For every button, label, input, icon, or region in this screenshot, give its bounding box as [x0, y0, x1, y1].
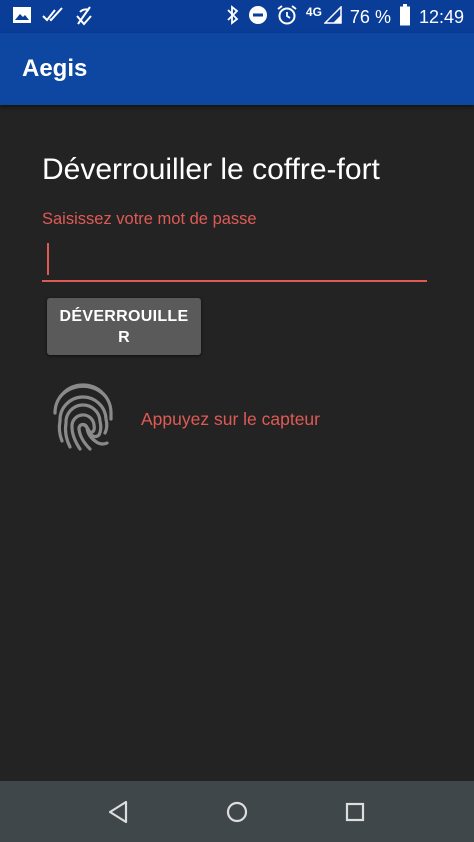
signal-icon	[323, 4, 342, 29]
recents-icon[interactable]	[341, 798, 369, 826]
home-icon[interactable]	[223, 798, 251, 826]
navigation-bar	[0, 781, 474, 842]
do-not-disturb-icon	[248, 5, 268, 30]
fingerprint-icon[interactable]	[50, 383, 116, 453]
status-bar-right: 4G 76 % 12:49	[226, 3, 464, 31]
app-bar: Aegis	[0, 33, 474, 105]
image-icon	[12, 5, 32, 30]
page-title: Déverrouiller le coffre-fort	[42, 153, 380, 186]
password-input[interactable]	[42, 240, 427, 282]
back-icon[interactable]	[105, 798, 133, 826]
network-type: 4G	[305, 5, 322, 19]
text-cursor	[47, 243, 49, 275]
status-bar-left	[12, 5, 94, 29]
password-label: Saisissez votre mot de passe	[42, 210, 257, 228]
clock: 12:49	[418, 6, 464, 27]
alarm-icon	[276, 4, 298, 31]
bluetooth-icon	[226, 4, 240, 30]
status-bar: 4G 76 % 12:49	[0, 0, 474, 33]
app-title: Aegis	[22, 55, 88, 82]
battery-icon	[399, 3, 411, 31]
double-check-icon	[42, 6, 64, 29]
unlock-button[interactable]: DÉVERROUILLER	[47, 298, 201, 355]
fingerprint-hint: Appuyez sur le capteur	[141, 409, 320, 429]
no-signal-icon	[74, 4, 94, 31]
unlock-screen: Déverrouiller le coffre-fort Saisissez v…	[0, 105, 474, 781]
battery-percent: 76 %	[349, 6, 391, 27]
